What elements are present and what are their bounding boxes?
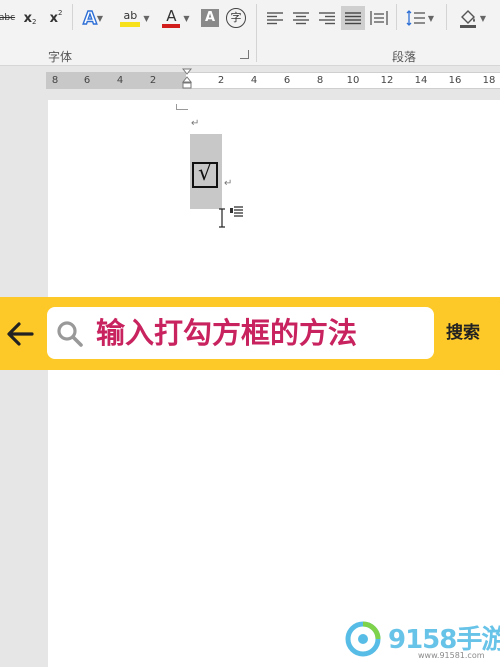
back-arrow-icon[interactable] bbox=[6, 321, 34, 347]
chevron-down-icon: ▼ bbox=[96, 13, 104, 23]
subscript-mark: 2 bbox=[31, 18, 37, 26]
subscript-button[interactable]: x2 bbox=[18, 6, 42, 30]
enclose-characters-button[interactable]: 字 bbox=[224, 6, 248, 30]
ribbon-group-divider bbox=[256, 4, 257, 62]
indent-marker-icon[interactable] bbox=[182, 68, 192, 98]
font-color-button[interactable]: A ▼ bbox=[158, 6, 194, 30]
line-spacing-button[interactable]: ▼ bbox=[402, 6, 438, 30]
text-effects-button[interactable]: A ▼ bbox=[78, 6, 108, 30]
ruler-tick: 16 bbox=[448, 75, 462, 86]
align-right-icon bbox=[319, 12, 335, 25]
ribbon-divider bbox=[396, 4, 397, 30]
text-cursor-icon bbox=[219, 208, 225, 228]
subscript-label: x bbox=[23, 10, 32, 26]
ruler-tick: 8 bbox=[51, 75, 59, 86]
watermark-logo-icon bbox=[345, 621, 381, 657]
chevron-down-icon: ▼ bbox=[427, 13, 435, 23]
ruler-tick: 4 bbox=[116, 75, 124, 86]
strikethrough-label: abc bbox=[0, 13, 16, 23]
justify-button[interactable] bbox=[341, 6, 365, 30]
ruler-tick: 2 bbox=[149, 75, 157, 86]
ruler-tick: 6 bbox=[283, 75, 291, 86]
font-dialog-launcher-icon[interactable] bbox=[240, 50, 249, 59]
checkbox-symbol: √ bbox=[192, 162, 218, 188]
character-shading-icon: A bbox=[201, 9, 219, 27]
highlight-color-bar bbox=[120, 21, 141, 27]
align-left-icon bbox=[267, 12, 283, 25]
paragraph-mark: ↵ bbox=[191, 118, 200, 129]
align-center-icon bbox=[293, 12, 309, 25]
highlight-icon: ab bbox=[120, 8, 141, 27]
search-icon bbox=[57, 321, 83, 347]
chevron-down-icon: ▼ bbox=[183, 13, 190, 23]
ruler-tick: 6 bbox=[83, 75, 91, 86]
ruler-tick: 8 bbox=[316, 75, 324, 86]
align-center-button[interactable] bbox=[290, 6, 312, 30]
font-color-glyph: A bbox=[166, 6, 177, 25]
enclose-characters-icon: 字 bbox=[226, 8, 246, 28]
paint-bucket-icon bbox=[459, 10, 476, 28]
distributed-button[interactable] bbox=[368, 6, 390, 30]
superscript-mark: 2 bbox=[57, 9, 63, 17]
ruler-tick: 4 bbox=[250, 75, 258, 86]
watermark-url: www.91581.com bbox=[418, 651, 485, 660]
ruler-tick: 18 bbox=[482, 75, 496, 86]
font-color-bar bbox=[162, 23, 181, 28]
align-right-button[interactable] bbox=[316, 6, 338, 30]
chevron-down-icon: ▼ bbox=[479, 13, 487, 23]
ruler-tick: 12 bbox=[380, 75, 394, 86]
ribbon-divider bbox=[446, 4, 447, 30]
strikethrough-button[interactable]: abc bbox=[0, 6, 16, 30]
ruler-tick: 10 bbox=[346, 75, 360, 86]
search-query-text: 输入打勾方框的方法 bbox=[96, 316, 358, 350]
superscript-label: x bbox=[49, 10, 58, 26]
character-shading-button[interactable]: A bbox=[200, 6, 220, 30]
ribbon: abc x2 x2 A ▼ ab ▼ A ▼ A 字 字体 ▼ ▼ 段落 bbox=[0, 0, 500, 66]
paragraph-group-label: 段落 bbox=[392, 50, 417, 64]
justify-icon bbox=[345, 12, 361, 25]
text-effect-icon: A bbox=[82, 7, 97, 29]
search-button[interactable]: 搜索 bbox=[446, 320, 480, 346]
line-spacing-icon bbox=[406, 10, 425, 26]
shading-button[interactable]: ▼ bbox=[452, 6, 492, 30]
paragraph-mark: ↵ bbox=[224, 178, 233, 189]
click-and-type-icon bbox=[230, 206, 243, 217]
align-left-button[interactable] bbox=[264, 6, 286, 30]
ruler-tick: 14 bbox=[414, 75, 428, 86]
highlight-glyph: ab bbox=[123, 8, 138, 22]
chevron-down-icon: ▼ bbox=[143, 13, 150, 23]
document-page[interactable] bbox=[48, 100, 500, 667]
font-color-icon: A bbox=[162, 6, 181, 28]
text-boundary-mark bbox=[176, 104, 188, 110]
text-highlight-button[interactable]: ab ▼ bbox=[116, 6, 154, 30]
ruler-tick: 2 bbox=[217, 75, 225, 86]
distributed-icon bbox=[370, 11, 388, 25]
ribbon-divider bbox=[72, 4, 73, 30]
superscript-button[interactable]: x2 bbox=[44, 6, 68, 30]
font-group-label: 字体 bbox=[48, 50, 73, 64]
